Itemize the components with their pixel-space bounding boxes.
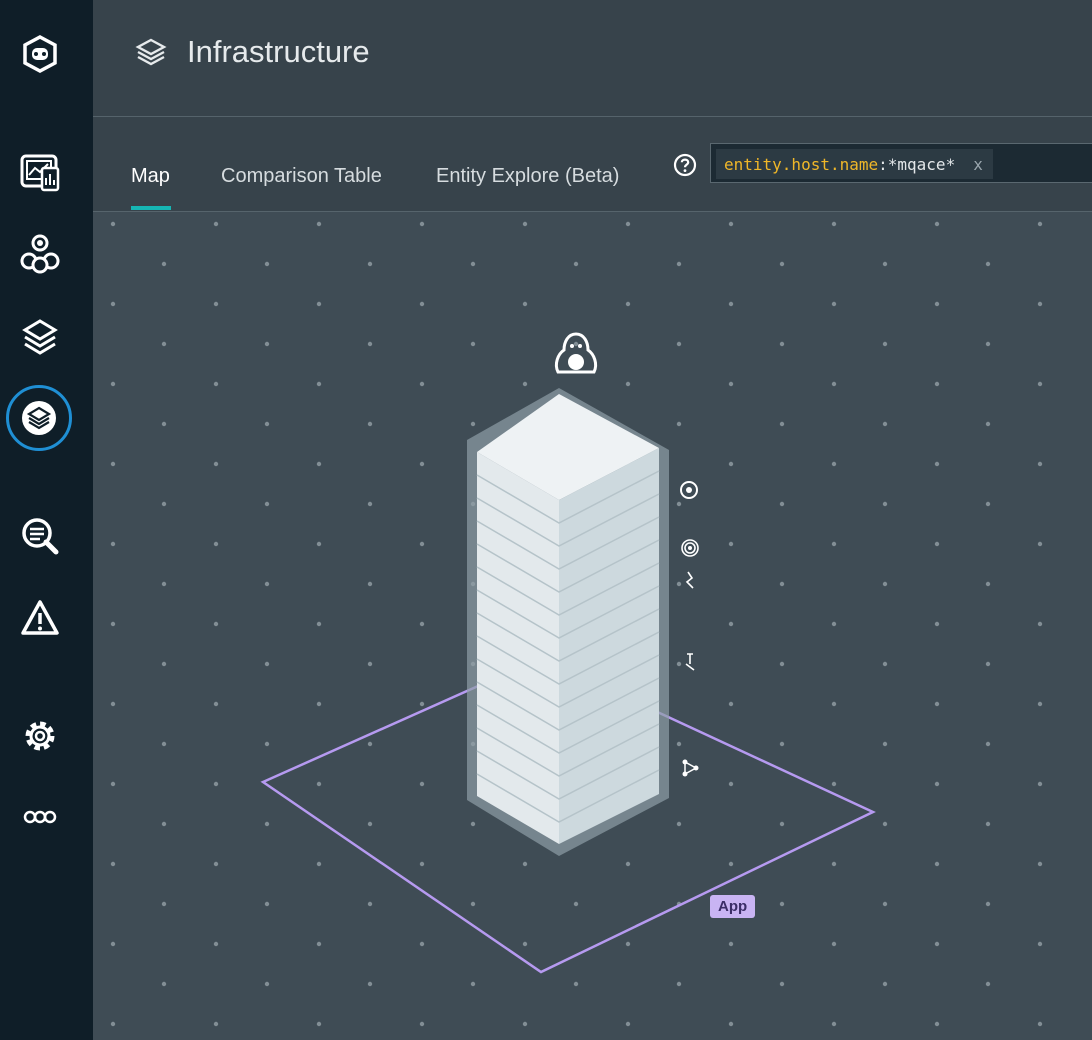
application-icon[interactable] [14, 312, 66, 364]
host-tower[interactable] [467, 388, 669, 856]
tab-map[interactable]: Map [131, 165, 170, 188]
sidebar-item-infrastructure[interactable] [6, 385, 72, 451]
grafana-icon[interactable] [680, 481, 698, 499]
map-canvas[interactable] [93, 212, 1092, 1040]
more-icon[interactable] [14, 791, 66, 843]
python-icon[interactable] [685, 653, 695, 671]
signal-icon[interactable] [681, 539, 699, 557]
layers-icon [135, 38, 167, 66]
dashboard-icon[interactable] [14, 146, 66, 198]
page-title: Infrastructure [187, 34, 370, 69]
search-analytics-icon[interactable] [14, 510, 66, 562]
tab-entity-explore[interactable]: Entity Explore (Beta) [436, 165, 619, 188]
gear-icon[interactable] [14, 710, 66, 762]
graph-icon[interactable] [682, 759, 699, 777]
tab-bar: Map Comparison Table Entity Explore (Bet… [93, 117, 1092, 212]
filter-input[interactable]: entity.host.name: *mqace* x [710, 143, 1092, 183]
help-icon[interactable] [673, 153, 697, 177]
python-icon[interactable] [685, 571, 694, 589]
infrastructure-map[interactable]: App [93, 212, 1092, 1040]
sidebar [0, 0, 93, 1040]
filter-key: entity.host.name [724, 154, 879, 174]
filter-chip[interactable]: entity.host.name: *mqace* x [716, 149, 993, 179]
services-icon[interactable] [14, 228, 66, 280]
layers-icon [22, 401, 56, 435]
robot-logo-icon[interactable] [14, 28, 66, 80]
active-tab-indicator [131, 206, 171, 210]
remove-filter-button[interactable]: x [973, 155, 983, 174]
filter-separator: : [878, 154, 888, 174]
linux-penguin-icon[interactable] [554, 332, 598, 374]
header: Infrastructure [93, 0, 1092, 117]
warning-icon[interactable] [14, 592, 66, 644]
tab-comparison-table[interactable]: Comparison Table [221, 165, 382, 188]
filter-value: *mqace* [887, 154, 956, 174]
app-group-label[interactable]: App [710, 895, 756, 918]
